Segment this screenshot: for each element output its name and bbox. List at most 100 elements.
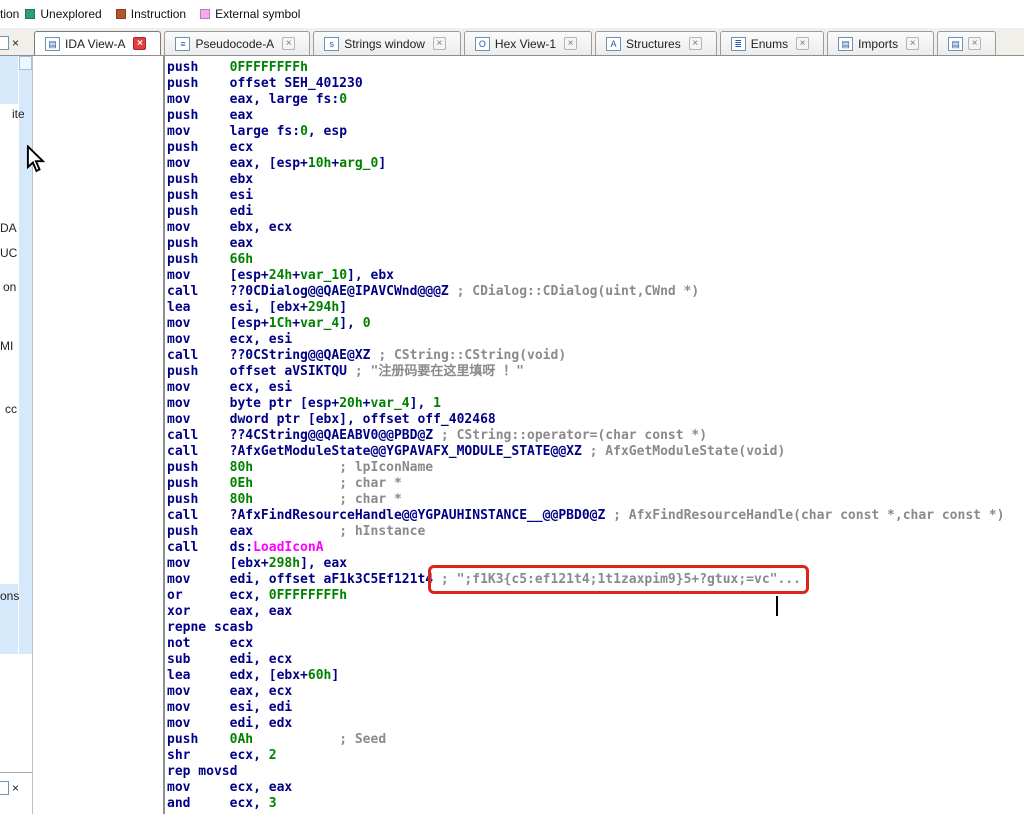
tab-close-icon[interactable]: × bbox=[906, 37, 920, 50]
asm-line[interactable]: mov edi, edx bbox=[167, 716, 1024, 732]
tab-close-icon[interactable]: × bbox=[968, 37, 982, 50]
asm-line[interactable]: mov ecx, eax bbox=[167, 780, 1024, 796]
asm-line[interactable]: call ??4CString@@QAEABV0@@PBD@Z ; CStrin… bbox=[167, 428, 1024, 444]
asm-line[interactable]: mov [esp+1Ch+var_4], 0 bbox=[167, 316, 1024, 332]
asm-token: ] bbox=[331, 668, 340, 683]
tab-label: Structures bbox=[626, 36, 681, 51]
asm-line[interactable]: push 66h bbox=[167, 252, 1024, 268]
asm-line[interactable]: mov edi, offset aF1k3C5Ef121t4 ; ";f1K3{… bbox=[167, 572, 1024, 588]
disassembly-view[interactable]: push 0FFFFFFFFh push offset SEH_401230 mov… bbox=[165, 56, 1024, 814]
tab-strings-window[interactable]: s Strings window × bbox=[313, 31, 461, 55]
asm-line[interactable]: push eax ; hInstance bbox=[167, 524, 1024, 540]
tab-label: Pseudocode-A bbox=[195, 36, 275, 51]
asm-line[interactable]: push 0Eh ; char * bbox=[167, 476, 1024, 492]
tab-structures[interactable]: A Structures × bbox=[595, 31, 717, 55]
asm-line[interactable]: push edi bbox=[167, 204, 1024, 220]
asm-token: mov large fs: bbox=[167, 124, 301, 139]
tab-close-icon[interactable]: × bbox=[133, 37, 147, 50]
tab-pseudocode-a[interactable]: ≡ Pseudocode-A × bbox=[164, 31, 311, 55]
asm-line[interactable]: mov [ebx+298h], eax bbox=[167, 556, 1024, 572]
asm-line[interactable]: mov [esp+24h+var_10], ebx bbox=[167, 268, 1024, 284]
tab-close-icon[interactable]: × bbox=[796, 37, 810, 50]
asm-token: mov byte ptr [esp+ bbox=[167, 396, 340, 411]
clipped-text: UC bbox=[0, 246, 18, 260]
asm-token: + bbox=[362, 396, 371, 411]
asm-line[interactable]: mov ebx, ecx bbox=[167, 220, 1024, 236]
asm-line[interactable]: call ds:LoadIconA bbox=[167, 540, 1024, 556]
asm-line[interactable]: mov eax, ecx bbox=[167, 684, 1024, 700]
asm-line[interactable]: mov esi, edi bbox=[167, 700, 1024, 716]
asm-token: push bbox=[167, 492, 230, 507]
tab-enums[interactable]: ≣ Enums × bbox=[719, 31, 825, 55]
ida-pro-window: { "colors": { "instruction": "#000086", … bbox=[0, 0, 1024, 814]
pseudocode-icon: ≡ bbox=[175, 36, 191, 51]
asm-line[interactable]: push 0FFFFFFFFh bbox=[167, 60, 1024, 76]
legend-label: External symbol bbox=[215, 7, 301, 21]
tab-close-icon[interactable]: × bbox=[564, 37, 578, 50]
asm-line[interactable]: mov large fs:0, esp bbox=[167, 124, 1024, 140]
asm-token: mov [esp+ bbox=[167, 316, 269, 331]
asm-token: sub edi, ecx bbox=[167, 652, 293, 667]
tabs: ▤ IDA View-A × ≡ Pseudocode-A × s Strings windo… bbox=[34, 31, 997, 55]
imports-icon: ▤ bbox=[838, 36, 854, 51]
asm-line[interactable]: mov dword ptr [ebx], offset off_402468 bbox=[167, 412, 1024, 428]
asm-line[interactable]: push ebx bbox=[167, 172, 1024, 188]
legend-item: External symbol bbox=[200, 7, 300, 21]
asm-line[interactable]: and ecx, 3 bbox=[167, 796, 1024, 812]
asm-line[interactable]: mov ecx, esi bbox=[167, 380, 1024, 396]
asm-line[interactable]: push 80h ; char * bbox=[167, 492, 1024, 508]
asm-token: call ?AfxGetModuleState@@YGPAVAFX_MODULE… bbox=[167, 444, 582, 459]
clipped-panel-icon bbox=[0, 781, 9, 795]
asm-token: call ??4CString@@QAEABV0@@PBD@Z bbox=[167, 428, 434, 443]
asm-line[interactable]: push offset aVSIKTQU ; "注册码要在这里填呀 ！" bbox=[167, 364, 1024, 380]
asm-token: push ecx bbox=[167, 140, 254, 155]
asm-line[interactable]: or ecx, 0FFFFFFFFh bbox=[167, 588, 1024, 604]
asm-token: mov dword ptr [ebx], offset off_402468 bbox=[167, 412, 496, 427]
asm-comment: ; CString::CString(void) bbox=[370, 348, 567, 363]
tab-ida-view-a[interactable]: ▤ IDA View-A × bbox=[34, 31, 162, 55]
asm-number: 1Ch bbox=[268, 316, 293, 331]
asm-line[interactable]: call ??0CDialog@@QAE@IPAVCWnd@@@Z ; CDia… bbox=[167, 284, 1024, 300]
asm-token: push eax bbox=[167, 108, 254, 123]
asm-line[interactable]: lea esi, [ebx+294h] bbox=[167, 300, 1024, 316]
tab-close-icon[interactable]: × bbox=[688, 37, 702, 50]
tab-close-icon[interactable]: × bbox=[282, 37, 296, 50]
asm-number: 3 bbox=[268, 796, 277, 811]
asm-line[interactable]: push eax bbox=[167, 236, 1024, 252]
tab-imports[interactable]: ▤ Imports × bbox=[827, 31, 935, 55]
asm-token bbox=[253, 476, 339, 491]
asm-line[interactable]: push 80h ; lpIconName bbox=[167, 460, 1024, 476]
asm-line[interactable]: call ?AfxFindResourceHandle@@YGPAUHINSTA… bbox=[167, 508, 1024, 524]
asm-line[interactable]: call ?AfxGetModuleState@@YGPAVAFX_MODULE… bbox=[167, 444, 1024, 460]
asm-line[interactable]: sub edi, ecx bbox=[167, 652, 1024, 668]
asm-line[interactable]: push eax bbox=[167, 108, 1024, 124]
asm-line[interactable]: shr ecx, 2 bbox=[167, 748, 1024, 764]
asm-line[interactable]: push offset SEH_401230 bbox=[167, 76, 1024, 92]
asm-line[interactable]: xor eax, eax bbox=[167, 604, 1024, 620]
hex-view-icon: O bbox=[474, 36, 490, 51]
asm-line[interactable]: mov byte ptr [esp+20h+var_4], 1 bbox=[167, 396, 1024, 412]
asm-line[interactable]: push esi bbox=[167, 188, 1024, 204]
tab-hex-view-1[interactable]: O Hex View-1 × bbox=[463, 31, 593, 55]
asm-comment: ; AfxGetModuleState(void) bbox=[581, 444, 786, 459]
tab-clipped[interactable]: ▤ × bbox=[937, 31, 997, 55]
asm-line[interactable]: mov eax, large fs:0 bbox=[167, 92, 1024, 108]
asm-line[interactable]: mov ecx, esi bbox=[167, 332, 1024, 348]
tab-close-icon[interactable]: × bbox=[432, 37, 446, 50]
asm-line[interactable]: lea edx, [ebx+60h] bbox=[167, 668, 1024, 684]
asm-line[interactable]: rep movsd bbox=[167, 764, 1024, 780]
asm-line[interactable]: call ??0CString@@QAE@XZ ; CString::CStri… bbox=[167, 348, 1024, 364]
close-icon[interactable]: × bbox=[12, 781, 19, 795]
asm-line[interactable]: push 0Ah ; Seed bbox=[167, 732, 1024, 748]
asm-number: var_4 bbox=[300, 316, 340, 331]
docked-panel-header-stub: × bbox=[0, 31, 34, 55]
asm-token: mov esi, edi bbox=[167, 700, 293, 715]
asm-line[interactable]: repne scasb bbox=[167, 620, 1024, 636]
asm-line[interactable]: mov eax, [esp+10h+arg_0] bbox=[167, 156, 1024, 172]
tab-label: IDA View-A bbox=[65, 36, 126, 51]
asm-token: shr ecx, bbox=[167, 748, 269, 763]
scrollbar-button[interactable] bbox=[19, 56, 32, 70]
asm-line[interactable]: push ecx bbox=[167, 140, 1024, 156]
close-icon[interactable]: × bbox=[12, 36, 19, 50]
asm-line[interactable]: not ecx bbox=[167, 636, 1024, 652]
